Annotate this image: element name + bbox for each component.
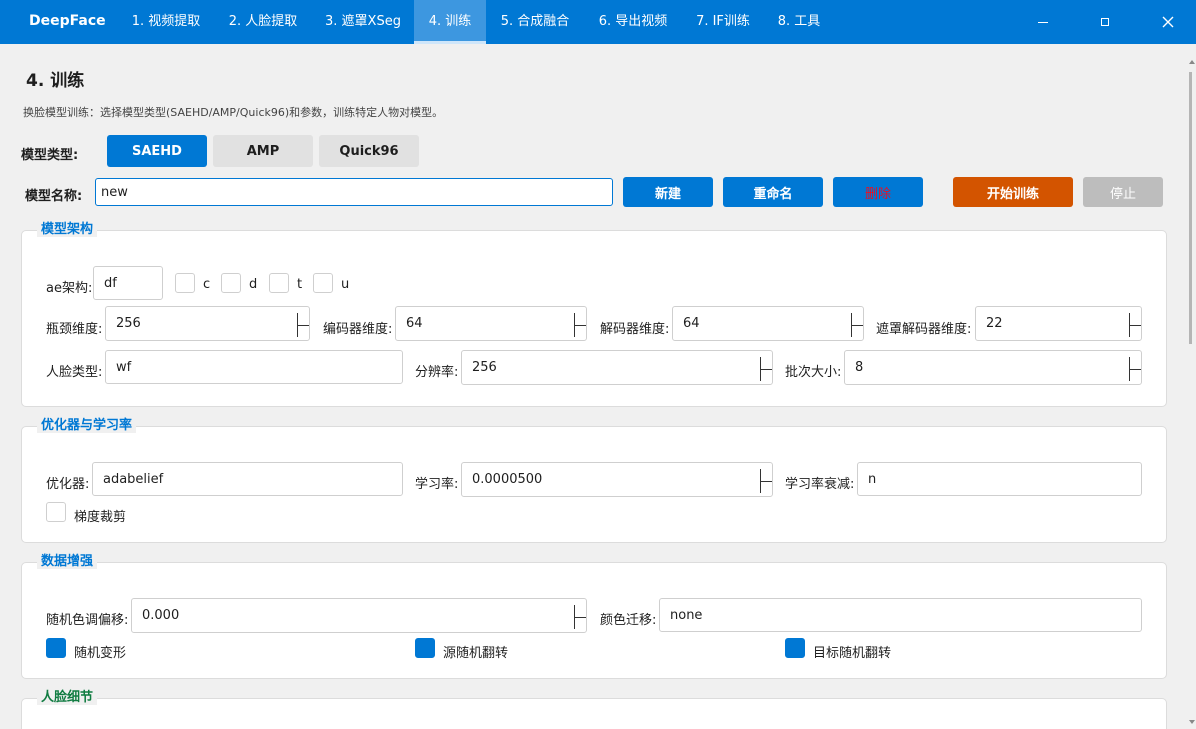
optimizer-label: 优化器: bbox=[46, 477, 90, 492]
augmentation-group-title: 数据增强 bbox=[37, 550, 98, 569]
lr-decay-input[interactable]: n bbox=[857, 462, 1142, 496]
maximize-icon[interactable] bbox=[1082, 0, 1128, 44]
close-icon[interactable] bbox=[1145, 0, 1191, 44]
flag-t-label: t bbox=[297, 277, 303, 292]
model-type-saehd-button[interactable]: SAEHD bbox=[107, 135, 207, 167]
model-type-label: 模型类型: bbox=[21, 148, 79, 163]
spin-arrows-icon[interactable] bbox=[760, 469, 772, 493]
app-title: DeepFace bbox=[29, 13, 106, 29]
model-type-quick96-button[interactable]: Quick96 bbox=[319, 135, 419, 167]
tab-tools[interactable]: 8. 工具 bbox=[764, 0, 834, 44]
spin-arrows-icon[interactable] bbox=[1129, 313, 1141, 337]
stop-training-button[interactable]: 停止 bbox=[1083, 177, 1163, 207]
batch-size-spinbox[interactable]: 8 bbox=[844, 350, 1142, 385]
lr-decay-label: 学习率衰减: bbox=[785, 477, 855, 492]
tab-face-extract[interactable]: 2. 人脸提取 bbox=[214, 0, 312, 44]
random-warp-label: 随机变形 bbox=[74, 646, 127, 661]
color-transfer-input[interactable]: none bbox=[659, 598, 1142, 632]
bottleneck-value: 256 bbox=[116, 316, 141, 331]
gradient-clip-checkbox[interactable] bbox=[46, 502, 66, 522]
new-model-button[interactable]: 新建 bbox=[623, 177, 713, 207]
scrollbar-thumb[interactable] bbox=[1189, 72, 1192, 344]
model-name-input[interactable]: new bbox=[95, 178, 613, 206]
mask-decoder-dims-value: 22 bbox=[986, 316, 1003, 331]
random-warp-checkbox[interactable] bbox=[46, 638, 66, 658]
spin-arrows-icon[interactable] bbox=[297, 313, 309, 337]
rename-model-button[interactable]: 重命名 bbox=[723, 177, 823, 207]
decoder-dims-label: 解码器维度: bbox=[600, 322, 670, 337]
ae-arch-input[interactable]: df bbox=[93, 266, 163, 300]
hue-shift-label: 随机色调偏移: bbox=[46, 613, 129, 628]
model-name-label: 模型名称: bbox=[25, 189, 83, 204]
face-type-input[interactable]: wf bbox=[105, 350, 403, 384]
tab-if-train[interactable]: 7. IF训练 bbox=[682, 0, 764, 44]
start-training-button[interactable]: 开始训练 bbox=[953, 177, 1073, 207]
ae-arch-label: ae架构: bbox=[46, 281, 93, 296]
dst-random-flip-label: 目标随机翻转 bbox=[813, 646, 892, 661]
page-description: 换脸模型训练：选择模型类型(SAEHD/AMP/Quick96)和参数，训练特定… bbox=[23, 106, 444, 119]
encoder-dims-label: 编码器维度: bbox=[323, 322, 393, 337]
spin-arrows-icon[interactable] bbox=[1129, 357, 1141, 381]
flag-t-checkbox[interactable] bbox=[269, 273, 289, 293]
resolution-value: 256 bbox=[472, 360, 497, 375]
gradient-clip-label: 梯度裁剪 bbox=[74, 510, 127, 525]
batch-size-value: 8 bbox=[855, 360, 864, 375]
bottleneck-spinbox[interactable]: 256 bbox=[105, 306, 310, 341]
encoder-dims-value: 64 bbox=[406, 316, 423, 331]
hue-shift-spinbox[interactable]: 0.000 bbox=[131, 598, 587, 633]
tab-xseg-mask[interactable]: 3. 遮罩XSeg bbox=[312, 0, 414, 44]
mask-decoder-dims-spinbox[interactable]: 22 bbox=[975, 306, 1142, 341]
tab-video-extract[interactable]: 1. 视频提取 bbox=[118, 0, 214, 44]
face-type-label: 人脸类型: bbox=[46, 365, 103, 380]
learning-rate-label: 学习率: bbox=[415, 477, 459, 492]
architecture-group-title: 模型架构 bbox=[37, 218, 98, 237]
tab-train[interactable]: 4. 训练 bbox=[414, 0, 486, 44]
decoder-dims-value: 64 bbox=[683, 316, 700, 331]
color-transfer-label: 颜色迁移: bbox=[600, 613, 657, 628]
spin-arrows-icon[interactable] bbox=[851, 313, 863, 337]
spin-arrows-icon[interactable] bbox=[574, 605, 586, 629]
tab-export-video[interactable]: 6. 导出视频 bbox=[584, 0, 682, 44]
optimizer-input[interactable]: adabelief bbox=[92, 462, 403, 496]
decoder-dims-spinbox[interactable]: 64 bbox=[672, 306, 864, 341]
page-title: 4. 训练 bbox=[26, 71, 85, 91]
title-bar: DeepFace 1. 视频提取 2. 人脸提取 3. 遮罩XSeg 4. 训练… bbox=[0, 0, 1196, 44]
flag-u-checkbox[interactable] bbox=[313, 273, 333, 293]
delete-model-button[interactable]: 删除 bbox=[833, 177, 923, 207]
learning-rate-value: 0.0000500 bbox=[472, 472, 543, 487]
bottleneck-label: 瓶颈维度: bbox=[46, 322, 103, 337]
learning-rate-spinbox[interactable]: 0.0000500 bbox=[461, 462, 773, 497]
dst-random-flip-checkbox[interactable] bbox=[785, 638, 805, 658]
spin-arrows-icon[interactable] bbox=[574, 313, 586, 337]
optimizer-group-title: 优化器与学习率 bbox=[37, 414, 137, 433]
mask-decoder-dims-label: 遮罩解码器维度: bbox=[876, 322, 972, 337]
flag-d-checkbox[interactable] bbox=[221, 273, 241, 293]
hue-shift-value: 0.000 bbox=[142, 608, 180, 623]
src-random-flip-checkbox[interactable] bbox=[415, 638, 435, 658]
scroll-down-icon[interactable] bbox=[1189, 720, 1195, 724]
minimize-icon[interactable] bbox=[1020, 0, 1066, 44]
batch-size-label: 批次大小: bbox=[785, 365, 842, 380]
face-detail-group-title: 人脸细节 bbox=[37, 686, 98, 705]
flag-c-label: c bbox=[203, 277, 211, 292]
model-type-amp-button[interactable]: AMP bbox=[213, 135, 313, 167]
spin-arrows-icon[interactable] bbox=[760, 357, 772, 381]
resolution-spinbox[interactable]: 256 bbox=[461, 350, 773, 385]
flag-d-label: d bbox=[249, 277, 258, 292]
flag-u-label: u bbox=[341, 277, 350, 292]
src-random-flip-label: 源随机翻转 bbox=[443, 646, 509, 661]
scroll-up-icon[interactable] bbox=[1189, 60, 1195, 64]
encoder-dims-spinbox[interactable]: 64 bbox=[395, 306, 587, 341]
tab-merge[interactable]: 5. 合成融合 bbox=[486, 0, 584, 44]
resolution-label: 分辨率: bbox=[415, 365, 459, 380]
face-detail-group bbox=[21, 698, 1167, 729]
flag-c-checkbox[interactable] bbox=[175, 273, 195, 293]
